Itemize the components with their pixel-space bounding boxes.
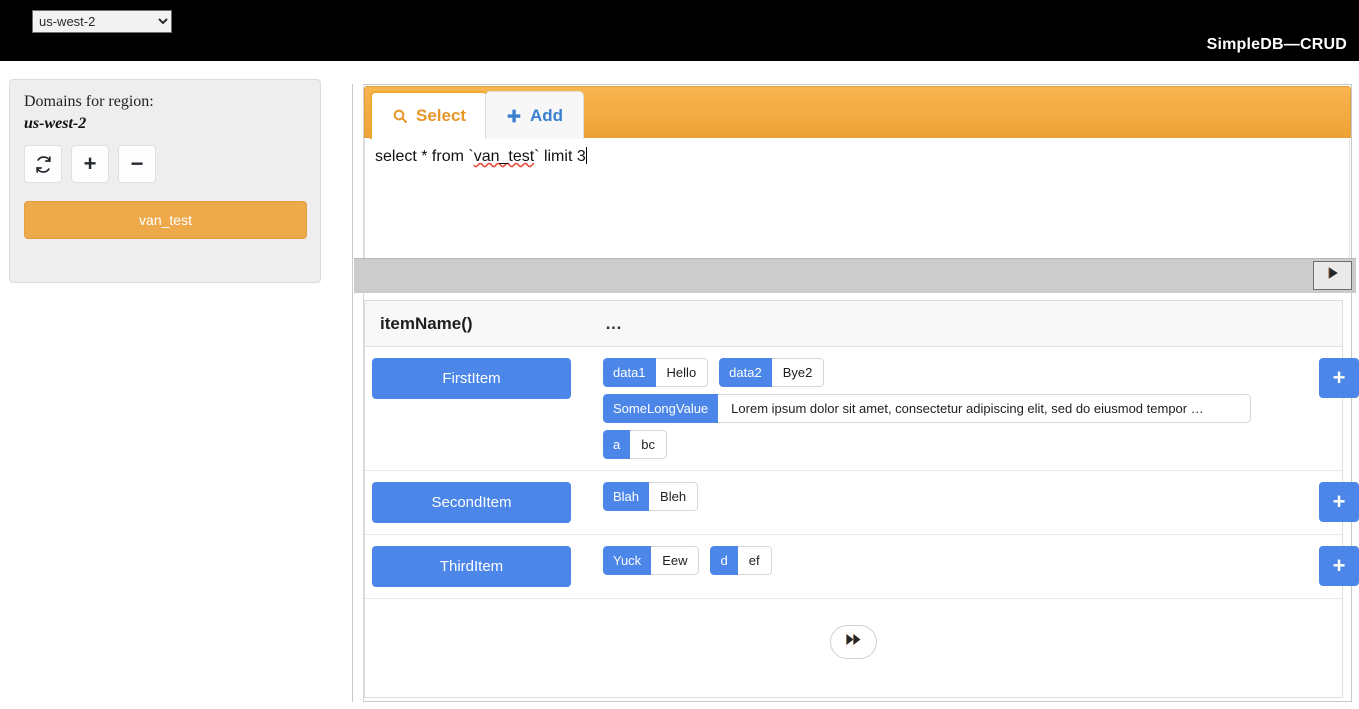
add-domain-button[interactable]: + [71,145,109,183]
attribute-value: Eew [651,546,700,575]
pagination-row [365,599,1342,659]
query-text: select * from `van_test` limit 3 [375,147,587,166]
region-select[interactable]: us-west-2 [32,10,172,33]
attribute-value: ef [737,546,772,575]
attribute-pill[interactable]: Yuck Eew [603,546,700,575]
tab-select[interactable]: Select [370,91,489,139]
results-header: itemName() … [365,301,1342,347]
run-query-button[interactable] [1313,261,1352,290]
search-icon [392,108,408,124]
attribute-value: Lorem ipsum dolor sit amet, consectetur … [718,394,1252,423]
text-caret [585,147,587,164]
attribute-line: Yuck Eew d ef [603,546,1334,575]
query-prefix: select * from ` [375,148,474,165]
item-name-button[interactable]: FirstItem [372,358,571,399]
tab-bar: Select Add [364,86,1351,139]
attribute-line: SomeLongValue Lorem ipsum dolor sit amet,… [603,394,1334,423]
attribute-value: bc [630,430,667,459]
table-row: SecondItem Blah Bleh + [365,471,1359,535]
attribute-line: a bc [603,430,1334,459]
fast-forward-icon [845,632,862,652]
attribute-key: Yuck [603,546,652,575]
editor-toolbar [354,258,1356,293]
attribute-pill[interactable]: d ef [710,546,772,575]
attribute-area: Blah Bleh [571,482,1334,523]
tab-add-label: Add [530,105,564,125]
attribute-value: Bye2 [771,358,825,387]
add-attribute-button[interactable]: + [1319,546,1359,586]
attribute-key: a [603,430,631,459]
table-row: ThirdItem Yuck Eew d ef + [365,535,1359,599]
attribute-key: SomeLongValue [603,394,719,423]
attribute-key: d [710,546,738,575]
refresh-domains-button[interactable] [24,145,62,183]
query-suffix: ` limit 3 [534,148,586,165]
next-page-button[interactable] [830,625,877,659]
attribute-key: data1 [603,358,656,387]
attribute-value: Bleh [649,482,699,511]
attribute-pill[interactable]: SomeLongValue Lorem ipsum dolor sit amet,… [603,394,1252,423]
top-bar: us-west-2 SimpleDB—CRUD [0,0,1359,61]
domain-actions: + − [24,145,306,183]
play-icon [1325,265,1341,286]
domain-item-van_test[interactable]: van_test [24,201,307,239]
tab-add[interactable]: Add [485,91,585,139]
tab-select-label: Select [416,106,467,125]
remove-domain-button[interactable]: − [118,145,156,183]
item-name-button[interactable]: ThirdItem [372,546,571,587]
results-rows: FirstItem data1 Hello data2 Bye2 SomeLongValu… [365,347,1359,599]
sidebar-title: Domains for region: [24,93,154,110]
main-scroll-gutter[interactable] [353,84,364,702]
attribute-line: Blah Bleh [603,482,1334,511]
attribute-key: Blah [603,482,650,511]
sidebar-region-name: us-west-2 [24,115,87,132]
attribute-pill[interactable]: a bc [603,430,667,459]
attribute-key: data2 [719,358,772,387]
attribute-pill[interactable]: Blah Bleh [603,482,699,511]
add-attribute-button[interactable]: + [1319,358,1359,398]
attribute-area: data1 Hello data2 Bye2 SomeLongValue Lorem ip… [571,358,1334,459]
item-name-button[interactable]: SecondItem [372,482,571,523]
add-attribute-button[interactable]: + [1319,482,1359,522]
table-row: FirstItem data1 Hello data2 Bye2 SomeLongValu… [365,347,1359,471]
attribute-pill[interactable]: data2 Bye2 [719,358,825,387]
attribute-line: data1 Hello data2 Bye2 [603,358,1334,387]
column-header-itemname: itemName() [380,313,473,333]
plus-icon [506,108,522,124]
refresh-icon [34,155,53,174]
attribute-value: Hello [655,358,709,387]
attribute-area: Yuck Eew d ef [571,546,1334,587]
minus-icon: − [130,151,144,176]
plus-icon: + [83,151,97,176]
results-panel: itemName() … FirstItem data1 Hello data2 Bye… [364,300,1359,698]
column-header-attributes: … [605,313,624,333]
attribute-pill[interactable]: data1 Hello [603,358,709,387]
query-domain: van_test [473,148,535,165]
query-editor[interactable]: select * from `van_test` limit 3 [364,139,1350,258]
domains-sidebar: Domains for region: us-west-2 + − van_te… [9,79,321,283]
app-title: SimpleDB—CRUD [1206,36,1347,53]
